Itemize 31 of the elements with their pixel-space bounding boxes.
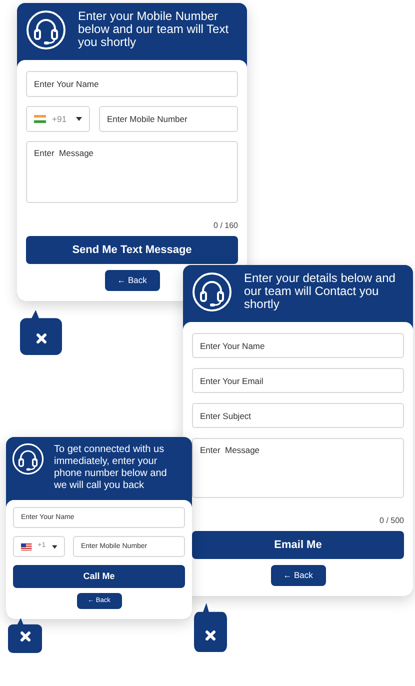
- card-heading: Enter your Mobile Number below and our team will Text you shortly: [78, 10, 230, 49]
- headset-icon: [26, 10, 66, 50]
- headset-icon: [192, 272, 232, 312]
- back-button[interactable]: ← Back: [104, 270, 160, 291]
- character-counter: 0 / 160: [214, 220, 238, 232]
- submit-button[interactable]: Send Me Text Message: [26, 236, 238, 264]
- text-field[interactable]: Enter Your Name: [192, 333, 404, 358]
- text-field[interactable]: Enter Your Email: [192, 368, 404, 393]
- close-icon: [20, 631, 30, 642]
- close-icon: [205, 630, 216, 641]
- close-icon: [36, 333, 46, 344]
- close-button[interactable]: [194, 603, 227, 652]
- headset-icon: [12, 443, 44, 475]
- message-field[interactable]: Enter Message: [26, 141, 238, 203]
- submit-button[interactable]: Call Me: [13, 565, 185, 588]
- close-button[interactable]: [20, 310, 62, 355]
- character-counter: 0 / 500: [380, 515, 404, 527]
- submit-button[interactable]: Email Me: [192, 531, 404, 559]
- phone-field[interactable]: Enter Mobile Number: [99, 106, 238, 132]
- card-heading: To get connected with us immediately, enter your phone number below and we will call you back: [54, 443, 168, 492]
- close-button[interactable]: [8, 618, 42, 653]
- flag-icon: [21, 542, 32, 550]
- country-code-select[interactable]: +91: [26, 106, 90, 132]
- text-field[interactable]: Enter Subject: [192, 403, 404, 428]
- caret-icon: [76, 117, 82, 121]
- message-field[interactable]: Enter Message: [192, 438, 404, 498]
- back-button[interactable]: ← Back: [270, 565, 326, 586]
- text-field[interactable]: Enter Your Name: [26, 71, 238, 97]
- flag-icon: [34, 115, 46, 123]
- caret-icon: [52, 544, 57, 548]
- card-heading: Enter your details below and our team will Contact you shortly: [244, 272, 396, 311]
